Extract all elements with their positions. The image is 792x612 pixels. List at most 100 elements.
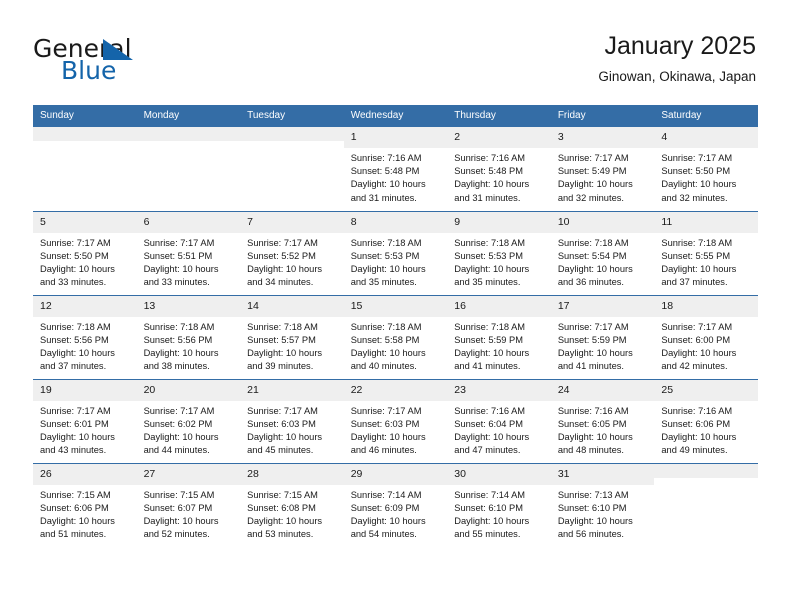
- day-details: Sunrise: 7:15 AM Sunset: 6:07 PM Daylight:…: [137, 485, 241, 542]
- calendar-day-cell[interactable]: 7 Sunrise: 7:17 AM Sunset: 5:52 PM Daylight…: [240, 210, 344, 295]
- daylight-text-line2: and 47 minutes.: [454, 445, 521, 456]
- sunrise-text: Sunrise: 7:18 AM: [454, 237, 526, 248]
- calendar-day-cell[interactable]: 30 Sunrise: 7:14 AM Sunset: 6:10 PM Dayligh…: [447, 462, 551, 547]
- sunrise-text: Sunrise: 7:13 AM: [557, 489, 629, 500]
- day-number: [654, 463, 758, 478]
- daylight-text-line2: and 41 minutes.: [454, 361, 521, 372]
- sunset-text: Sunset: 5:56 PM: [40, 334, 109, 345]
- day-number: 6: [136, 211, 241, 233]
- day-details: Sunrise: 7:18 AM Sunset: 5:59 PM Daylight:…: [447, 317, 551, 374]
- sunrise-text: Sunrise: 7:18 AM: [350, 321, 422, 332]
- daylight-text-line1: Daylight: 10 hours: [143, 263, 219, 274]
- calendar-day-cell[interactable]: 3 Sunrise: 7:17 AM Sunset: 5:49 PM Daylight…: [550, 127, 655, 211]
- calendar-day-cell[interactable]: 14 Sunrise: 7:18 AM Sunset: 5:57 PM Dayligh…: [240, 294, 344, 379]
- sunset-text: Sunset: 6:02 PM: [143, 418, 213, 429]
- sunrise-text: Sunrise: 7:17 AM: [143, 237, 215, 248]
- day-number: 7: [240, 211, 344, 233]
- calendar-day-cell[interactable]: 18 Sunrise: 7:17 AM Sunset: 6:00 PM Dayligh…: [654, 294, 758, 379]
- day-details: Sunrise: 7:17 AM Sunset: 6:01 PM Daylight:…: [33, 401, 137, 458]
- calendar-day-cell[interactable]: 19 Sunrise: 7:17 AM Sunset: 6:01 PM Dayligh…: [33, 378, 137, 463]
- calendar-day-cell[interactable]: 10 Sunrise: 7:18 AM Sunset: 5:54 PM Dayligh…: [550, 210, 655, 295]
- sunrise-text: Sunrise: 7:16 AM: [661, 405, 733, 416]
- daylight-text-line2: and 35 minutes.: [350, 277, 417, 288]
- calendar-day-cell[interactable]: 12 Sunrise: 7:18 AM Sunset: 5:56 PM Dayligh…: [33, 294, 137, 379]
- daylight-text-line2: and 32 minutes.: [557, 192, 624, 203]
- calendar-page: General Blue January 2025 Ginowan, Okina…: [0, 0, 792, 612]
- daylight-text-line1: Daylight: 10 hours: [661, 347, 737, 358]
- calendar-day-cell[interactable]: 1 Sunrise: 7:16 AM Sunset: 5:48 PM Daylight…: [343, 127, 448, 211]
- sunrise-text: Sunrise: 7:17 AM: [557, 321, 629, 332]
- day-number: 25: [654, 379, 758, 401]
- daylight-text-line1: Daylight: 10 hours: [247, 347, 323, 358]
- day-details: Sunrise: 7:17 AM Sunset: 5:50 PM Daylight:…: [33, 233, 137, 290]
- general-blue-logo[interactable]: General Blue: [33, 36, 263, 88]
- daylight-text-line1: Daylight: 10 hours: [557, 515, 633, 526]
- sunset-text: Sunset: 5:54 PM: [557, 250, 627, 261]
- calendar-day-cell[interactable]: 26 Sunrise: 7:15 AM Sunset: 6:06 PM Dayligh…: [33, 462, 137, 547]
- calendar-day-cell[interactable]: 20 Sunrise: 7:17 AM Sunset: 6:02 PM Dayligh…: [136, 378, 241, 463]
- day-details: Sunrise: 7:14 AM Sunset: 6:10 PM Daylight:…: [447, 485, 551, 542]
- logo-text-blue: Blue: [61, 56, 117, 85]
- daylight-text-line2: and 34 minutes.: [247, 277, 314, 288]
- sunrise-text: Sunrise: 7:17 AM: [40, 405, 111, 416]
- day-details: Sunrise: 7:15 AM Sunset: 6:06 PM Daylight:…: [33, 485, 137, 542]
- calendar-day-cell[interactable]: 22 Sunrise: 7:17 AM Sunset: 6:03 PM Dayligh…: [343, 378, 448, 463]
- calendar-day-cell[interactable]: 13 Sunrise: 7:18 AM Sunset: 5:56 PM Dayligh…: [136, 294, 241, 379]
- sunset-text: Sunset: 5:50 PM: [661, 166, 731, 177]
- day-details: Sunrise: 7:17 AM Sunset: 6:03 PM Daylight:…: [344, 401, 448, 458]
- sunset-text: Sunset: 5:56 PM: [143, 334, 213, 345]
- sunset-text: Sunset: 6:07 PM: [143, 502, 213, 513]
- calendar-day-cell[interactable]: 5 Sunrise: 7:17 AM Sunset: 5:50 PM Daylight…: [33, 210, 137, 295]
- calendar-day-cell[interactable]: 23 Sunrise: 7:16 AM Sunset: 6:04 PM Dayligh…: [447, 378, 551, 463]
- calendar-day-cell[interactable]: 29 Sunrise: 7:14 AM Sunset: 6:09 PM Dayligh…: [343, 462, 448, 547]
- day-details: Sunrise: 7:18 AM Sunset: 5:56 PM Daylight:…: [33, 317, 137, 374]
- sunset-text: Sunset: 5:57 PM: [247, 334, 316, 345]
- day-details: Sunrise: 7:18 AM Sunset: 5:53 PM Daylight:…: [344, 233, 448, 290]
- calendar-day-cell[interactable]: 9 Sunrise: 7:18 AM Sunset: 5:53 PM Daylight…: [447, 210, 551, 295]
- daylight-text-line2: and 37 minutes.: [40, 361, 107, 372]
- calendar-day-cell[interactable]: 4 Sunrise: 7:17 AM Sunset: 5:50 PM Daylight…: [654, 127, 758, 211]
- daylight-text-line2: and 38 minutes.: [143, 361, 210, 372]
- calendar-day-cell[interactable]: 28 Sunrise: 7:15 AM Sunset: 6:08 PM Dayligh…: [240, 462, 344, 547]
- sunrise-text: Sunrise: 7:18 AM: [143, 321, 215, 332]
- calendar-day-cell[interactable]: 25 Sunrise: 7:16 AM Sunset: 6:06 PM Dayligh…: [654, 378, 758, 463]
- sunset-text: Sunset: 6:03 PM: [350, 418, 420, 429]
- daylight-text-line1: Daylight: 10 hours: [247, 431, 323, 442]
- daylight-text-line2: and 46 minutes.: [350, 445, 417, 456]
- calendar-day-cell[interactable]: 31 Sunrise: 7:13 AM Sunset: 6:10 PM Dayligh…: [550, 462, 655, 547]
- calendar-day-cell[interactable]: 16 Sunrise: 7:18 AM Sunset: 5:59 PM Dayligh…: [447, 294, 551, 379]
- calendar-day-cell[interactable]: 2 Sunrise: 7:16 AM Sunset: 5:48 PM Daylight…: [447, 127, 551, 211]
- sunset-text: Sunset: 6:06 PM: [40, 502, 109, 513]
- calendar-day-cell[interactable]: 17 Sunrise: 7:17 AM Sunset: 5:59 PM Dayligh…: [550, 294, 655, 379]
- calendar-day-cell[interactable]: 21 Sunrise: 7:17 AM Sunset: 6:03 PM Dayligh…: [240, 378, 344, 463]
- daylight-text-line2: and 44 minutes.: [143, 445, 210, 456]
- calendar-day-cell[interactable]: 15 Sunrise: 7:18 AM Sunset: 5:58 PM Dayligh…: [343, 294, 448, 379]
- calendar-day-cell[interactable]: 24 Sunrise: 7:16 AM Sunset: 6:05 PM Dayligh…: [550, 378, 655, 463]
- daylight-text-line1: Daylight: 10 hours: [143, 431, 219, 442]
- day-details: Sunrise: 7:17 AM Sunset: 5:59 PM Daylight:…: [551, 317, 655, 374]
- daylight-text-line1: Daylight: 10 hours: [143, 515, 219, 526]
- day-number: 21: [240, 379, 344, 401]
- daylight-text-line1: Daylight: 10 hours: [661, 179, 737, 190]
- day-number: 8: [343, 211, 448, 233]
- sunrise-text: Sunrise: 7:15 AM: [40, 489, 111, 500]
- sunrise-text: Sunrise: 7:14 AM: [454, 489, 526, 500]
- daylight-text-line1: Daylight: 10 hours: [454, 263, 530, 274]
- sunrise-text: Sunrise: 7:17 AM: [247, 405, 318, 416]
- daylight-text-line1: Daylight: 10 hours: [557, 347, 633, 358]
- sunset-text: Sunset: 5:51 PM: [143, 250, 213, 261]
- calendar-day-cell[interactable]: 27 Sunrise: 7:15 AM Sunset: 6:07 PM Dayligh…: [136, 462, 241, 547]
- calendar-day-cell-empty: [654, 462, 758, 547]
- calendar-day-cell[interactable]: 8 Sunrise: 7:18 AM Sunset: 5:53 PM Daylight…: [343, 210, 448, 295]
- sunrise-text: Sunrise: 7:16 AM: [454, 153, 526, 163]
- calendar-week-row: 26 Sunrise: 7:15 AM Sunset: 6:06 PM Dayligh…: [33, 462, 758, 547]
- calendar-day-cell[interactable]: 6 Sunrise: 7:17 AM Sunset: 5:51 PM Daylight…: [136, 210, 241, 295]
- sunset-text: Sunset: 5:49 PM: [557, 166, 627, 177]
- calendar-day-cell[interactable]: 11 Sunrise: 7:18 AM Sunset: 5:55 PM Dayligh…: [654, 210, 758, 295]
- sunset-text: Sunset: 6:10 PM: [557, 502, 627, 513]
- daylight-text-line2: and 37 minutes.: [661, 277, 728, 288]
- day-details: Sunrise: 7:17 AM Sunset: 6:00 PM Daylight:…: [654, 317, 758, 374]
- daylight-text-line1: Daylight: 10 hours: [661, 263, 737, 274]
- daylight-text-line2: and 39 minutes.: [247, 361, 314, 372]
- sunrise-text: Sunrise: 7:17 AM: [40, 237, 111, 248]
